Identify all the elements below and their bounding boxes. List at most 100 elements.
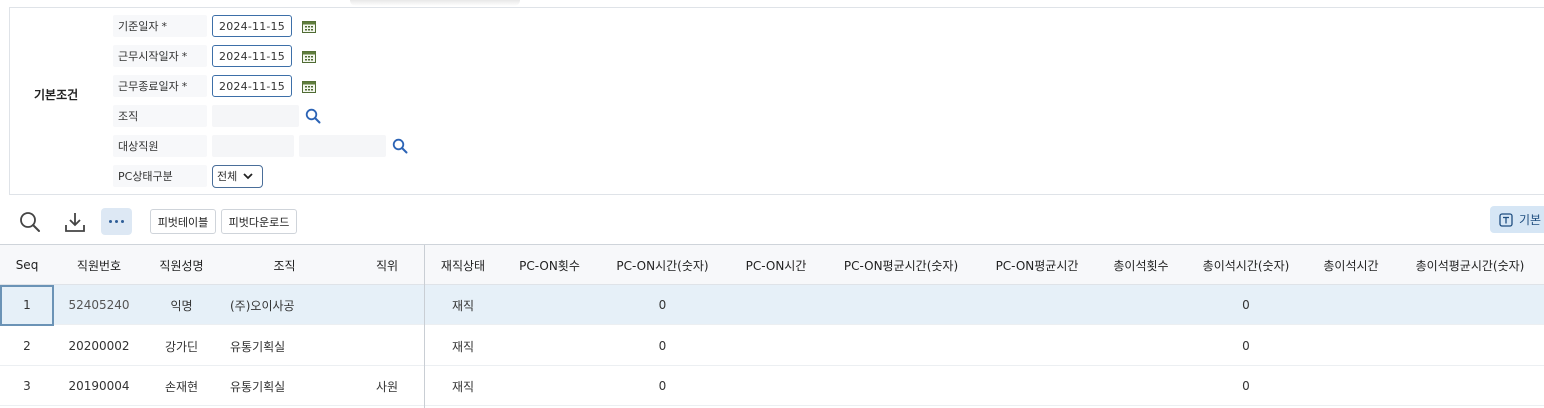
cell-employee-name[interactable]: 강가딘 [144, 326, 219, 366]
work-end-date-input[interactable]: 2024-11-15 [212, 75, 292, 97]
basic-view-button[interactable]: 기본 [1490, 206, 1544, 233]
condition-section-title: 기본조건 [34, 88, 79, 102]
cell-pc-on-time[interactable] [728, 285, 824, 325]
cell-total-away-time-number[interactable]: 0 [1186, 326, 1306, 366]
work-start-date-row: 근무시작일자 * 2024-11-15 [113, 44, 316, 68]
base-date-label: 기준일자 * [113, 15, 207, 37]
cell-total-away-count[interactable] [1096, 366, 1186, 406]
pc-status-row: PC상태구분 전체 [113, 164, 263, 188]
cell-pc-on-avg-time-number[interactable] [824, 366, 978, 406]
cell-seq[interactable]: 3 [0, 366, 54, 406]
shadow-decoration [350, 0, 520, 6]
cell-pc-on-avg-time[interactable] [978, 326, 1096, 366]
cell-employee-no[interactable]: 52405240 [54, 285, 144, 325]
calendar-icon[interactable] [302, 80, 316, 93]
column-header-organization[interactable]: 조직 [219, 245, 350, 285]
search-icon[interactable] [392, 138, 408, 154]
cell-total-away-avg-time-number[interactable] [1396, 285, 1544, 325]
cell-pc-on-time[interactable] [728, 366, 824, 406]
cell-pc-on-avg-time-number[interactable] [824, 326, 978, 366]
cell-employee-no[interactable]: 20190004 [54, 366, 144, 406]
cell-employee-name[interactable]: 익명 [144, 285, 219, 325]
search-icon[interactable] [305, 108, 321, 124]
organization-input[interactable] [212, 105, 299, 127]
cell-total-away-avg-time-number[interactable] [1396, 326, 1544, 366]
column-header-total-away-time[interactable]: 총이석시간 [1306, 245, 1396, 285]
cell-total-away-count[interactable] [1096, 326, 1186, 366]
cell-pc-on-avg-time-number[interactable] [824, 285, 978, 325]
cell-total-away-time[interactable] [1306, 285, 1396, 325]
column-header-employee-name[interactable]: 직원성명 [144, 245, 219, 285]
work-end-date-row: 근무종료일자 * 2024-11-15 [113, 74, 316, 98]
column-header-pc-on-time[interactable]: PC-ON시간 [728, 245, 824, 285]
cell-organization[interactable]: 유통기획실 [230, 326, 350, 366]
cell-total-away-time[interactable] [1306, 366, 1396, 406]
cell-pc-on-time[interactable] [728, 326, 824, 366]
organization-row: 조직 [113, 104, 321, 128]
cell-total-away-count[interactable] [1096, 285, 1186, 325]
cell-total-away-avg-time-number[interactable] [1396, 366, 1544, 406]
column-header-pc-on-count[interactable]: PC-ON횟수 [502, 245, 597, 285]
more-dot-icon [115, 220, 118, 223]
pivot-download-button[interactable]: 피벗다운로드 [221, 209, 297, 234]
cell-organization[interactable]: 유통기획실 [230, 366, 350, 406]
table-row[interactable]: 2 20200002 강가딘 유통기획실 재직 0 0 [0, 326, 1544, 366]
cell-total-away-time-number[interactable]: 0 [1186, 285, 1306, 325]
calendar-icon[interactable] [302, 50, 316, 63]
target-employee-code-input[interactable] [212, 135, 294, 157]
cell-employment-status[interactable]: 재직 [424, 285, 502, 325]
cell-pc-on-time-number[interactable]: 0 [597, 326, 728, 366]
cell-employment-status[interactable]: 재직 [424, 366, 502, 406]
cell-employee-name[interactable]: 손재현 [144, 366, 219, 406]
page: 기본조건 기준일자 * 2024-11-15 근무시작일자 * 2024-11-15… [0, 0, 1544, 408]
cell-employee-no[interactable]: 20200002 [54, 326, 144, 366]
target-employee-name-input[interactable] [299, 135, 386, 157]
cell-organization[interactable]: (주)오이사공 [230, 285, 350, 325]
column-header-total-away-time-number[interactable]: 총이석시간(숫자) [1186, 245, 1306, 285]
pc-status-label: PC상태구분 [113, 165, 207, 187]
cell-pc-on-count[interactable] [502, 326, 597, 366]
text-box-icon [1499, 212, 1513, 227]
frozen-column-divider [424, 245, 425, 408]
base-date-input[interactable]: 2024-11-15 [212, 15, 292, 37]
selected-cell-outline [0, 285, 54, 326]
cell-position[interactable]: 사원 [350, 366, 424, 406]
cell-pc-on-time-number[interactable]: 0 [597, 285, 728, 325]
column-header-total-away-avg-time-number[interactable]: 총이석평균시간(숫자) [1396, 245, 1544, 285]
column-header-pc-on-time-number[interactable]: PC-ON시간(숫자) [597, 245, 728, 285]
chevron-down-icon [243, 172, 253, 179]
cell-pc-on-count[interactable] [502, 366, 597, 406]
download-icon[interactable] [63, 210, 87, 234]
cell-total-away-time-number[interactable]: 0 [1186, 366, 1306, 406]
cell-pc-on-avg-time[interactable] [978, 285, 1096, 325]
basic-view-label: 기본 [1519, 213, 1542, 227]
cell-position[interactable] [350, 285, 424, 325]
table-row[interactable]: 3 20190004 손재현 유통기획실 사원 재직 0 0 [0, 366, 1544, 406]
cell-position[interactable] [350, 326, 424, 366]
work-start-date-input[interactable]: 2024-11-15 [212, 45, 292, 67]
data-grid: Seq 직원번호 직원성명 조직 직위 재직상태 PC-ON횟수 PC-ON시간… [0, 244, 1544, 408]
work-start-date-label: 근무시작일자 * [113, 45, 207, 67]
calendar-icon[interactable] [302, 20, 316, 33]
cell-pc-on-avg-time[interactable] [978, 366, 1096, 406]
column-header-total-away-count[interactable]: 총이석횟수 [1096, 245, 1186, 285]
cell-total-away-time[interactable] [1306, 326, 1396, 366]
column-header-pc-on-avg-time[interactable]: PC-ON평균시간 [978, 245, 1096, 285]
cell-employment-status[interactable]: 재직 [424, 326, 502, 366]
column-header-seq[interactable]: Seq [0, 245, 54, 285]
target-employee-label: 대상직원 [113, 135, 207, 157]
cell-seq[interactable]: 2 [0, 326, 54, 366]
column-header-employment-status[interactable]: 재직상태 [424, 245, 502, 285]
column-header-employee-no[interactable]: 직원번호 [54, 245, 144, 285]
pivot-table-button[interactable]: 피벗테이블 [150, 209, 216, 234]
cell-pc-on-count[interactable] [502, 285, 597, 325]
grid-header: Seq 직원번호 직원성명 조직 직위 재직상태 PC-ON횟수 PC-ON시간… [0, 245, 1544, 285]
pc-status-select[interactable]: 전체 [212, 164, 263, 188]
base-date-row: 기준일자 * 2024-11-15 [113, 14, 316, 38]
column-header-pc-on-avg-time-number[interactable]: PC-ON평균시간(숫자) [824, 245, 978, 285]
search-icon[interactable] [18, 210, 42, 234]
cell-pc-on-time-number[interactable]: 0 [597, 366, 728, 406]
column-header-position[interactable]: 직위 [350, 245, 424, 285]
more-options-button[interactable] [101, 208, 132, 235]
table-row[interactable]: 1 52405240 익명 (주)오이사공 재직 0 0 [0, 285, 1544, 325]
